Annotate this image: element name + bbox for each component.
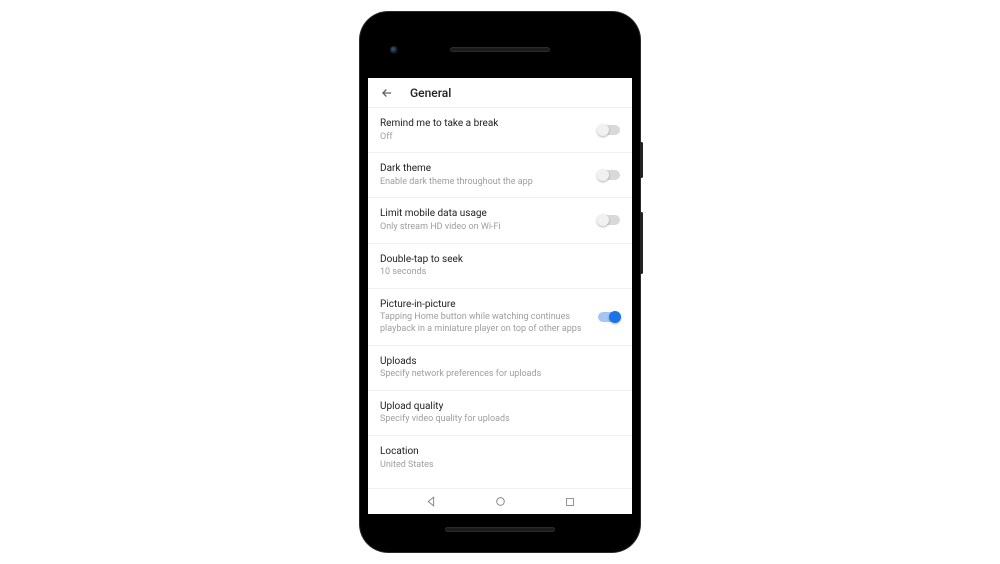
setting-row[interactable]: UploadsSpecify network preferences for u… bbox=[368, 346, 632, 391]
setting-subtitle: Specify video quality for uploads bbox=[380, 414, 620, 426]
setting-text: UploadsSpecify network preferences for u… bbox=[380, 355, 620, 381]
setting-row[interactable]: Dark themeEnable dark theme throughout t… bbox=[368, 153, 632, 198]
setting-text: Picture-in-pictureTapping Home button wh… bbox=[380, 298, 586, 336]
setting-text: Upload qualitySpecify video quality for … bbox=[380, 400, 620, 426]
setting-title: Upload quality bbox=[380, 400, 620, 414]
setting-subtitle: Specify network preferences for uploads bbox=[380, 369, 620, 381]
setting-title: Uploads bbox=[380, 355, 620, 369]
setting-text: LocationUnited States bbox=[380, 445, 620, 471]
nav-back-icon[interactable] bbox=[425, 495, 438, 508]
setting-row[interactable]: Picture-in-pictureTapping Home button wh… bbox=[368, 289, 632, 346]
setting-title: Remind me to take a break bbox=[380, 117, 586, 131]
setting-title: Picture-in-picture bbox=[380, 298, 586, 312]
setting-row[interactable]: Double-tap to seek10 seconds bbox=[368, 244, 632, 289]
bottom-speaker-icon bbox=[445, 527, 555, 532]
nav-recent-icon[interactable] bbox=[564, 496, 576, 508]
toggle-switch[interactable] bbox=[598, 170, 620, 180]
back-arrow-icon[interactable] bbox=[380, 86, 394, 100]
power-button[interactable] bbox=[640, 142, 643, 178]
bottom-bezel bbox=[368, 514, 632, 544]
system-nav-bar bbox=[368, 488, 632, 514]
setting-subtitle: Off bbox=[380, 132, 586, 144]
screen: General Remind me to take a breakOff Dark… bbox=[368, 78, 632, 514]
setting-subtitle: Only stream HD video on Wi-Fi bbox=[380, 222, 586, 234]
nav-home-icon[interactable] bbox=[494, 495, 507, 508]
setting-subtitle: 10 seconds bbox=[380, 267, 620, 279]
top-bezel bbox=[368, 20, 632, 78]
settings-list: Remind me to take a breakOff Dark themeEn… bbox=[368, 108, 632, 488]
toggle-switch[interactable] bbox=[598, 125, 620, 135]
setting-row[interactable]: Remind me to take a breakOff bbox=[368, 108, 632, 153]
volume-button[interactable] bbox=[640, 212, 643, 274]
app-bar: General bbox=[368, 78, 632, 108]
setting-subtitle: United States bbox=[380, 460, 620, 472]
front-camera-icon bbox=[390, 46, 398, 54]
setting-text: Double-tap to seek10 seconds bbox=[380, 253, 620, 279]
page-title: General bbox=[410, 86, 451, 100]
setting-text: Dark themeEnable dark theme throughout t… bbox=[380, 162, 586, 188]
setting-title: Dark theme bbox=[380, 162, 586, 176]
phone-frame: General Remind me to take a breakOff Dark… bbox=[360, 12, 640, 552]
setting-subtitle: Tapping Home button while watching conti… bbox=[380, 312, 586, 335]
toggle-switch[interactable] bbox=[598, 312, 620, 322]
setting-title: Limit mobile data usage bbox=[380, 207, 586, 221]
setting-text: Limit mobile data usageOnly stream HD vi… bbox=[380, 207, 586, 233]
phone-inner: General Remind me to take a breakOff Dark… bbox=[368, 20, 632, 544]
setting-title: Location bbox=[380, 445, 620, 459]
earpiece-speaker-icon bbox=[450, 47, 550, 52]
setting-row[interactable]: Limit mobile data usageOnly stream HD vi… bbox=[368, 198, 632, 243]
setting-row[interactable]: Upload qualitySpecify video quality for … bbox=[368, 391, 632, 436]
toggle-switch[interactable] bbox=[598, 215, 620, 225]
setting-text: Remind me to take a breakOff bbox=[380, 117, 586, 143]
setting-row[interactable]: LocationUnited States bbox=[368, 436, 632, 480]
setting-title: Double-tap to seek bbox=[380, 253, 620, 267]
setting-subtitle: Enable dark theme throughout the app bbox=[380, 177, 586, 189]
